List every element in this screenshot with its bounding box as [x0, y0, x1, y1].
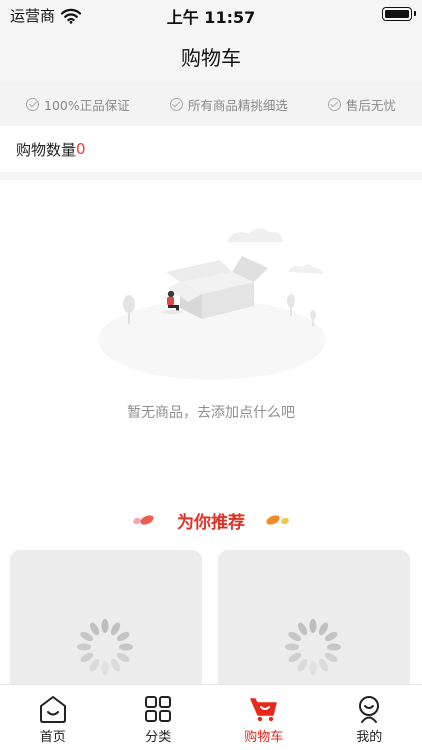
- tab-label: 我的: [356, 730, 383, 745]
- home-icon: [39, 696, 66, 723]
- guarantee-curated: 所有商品精挑细选: [169, 95, 288, 114]
- cart-count-row: 购物数量 0: [0, 126, 422, 172]
- recommend-title: 为你推荐: [177, 512, 245, 533]
- check-circle-icon: [169, 97, 183, 111]
- section-divider: [0, 172, 422, 180]
- guarantee-bar: 100%正品保证 所有商品精挑细选 售后无忧: [0, 82, 422, 126]
- tab-label: 购物车: [244, 730, 284, 745]
- empty-cart-illustration: [98, 228, 326, 380]
- loading-spinner-icon: [285, 619, 341, 675]
- guarantee-label: 所有商品精挑细选: [187, 97, 288, 113]
- category-grid-icon: [145, 696, 172, 722]
- empty-cart-message: 暂无商品，去添加点什么吧: [127, 405, 295, 421]
- petal-right-icon: [266, 515, 289, 525]
- bottom-tab-bar: 首页 分类 购物车 我的: [0, 684, 422, 750]
- check-circle-icon: [327, 97, 341, 111]
- product-card[interactable]: [10, 550, 202, 700]
- tab-label: 分类: [145, 730, 172, 745]
- nav-bar: 购物车: [0, 30, 422, 82]
- profile-icon: [359, 696, 380, 723]
- battery-icon: [382, 7, 416, 21]
- cart-count-value: 0: [76, 140, 86, 158]
- guarantee-label: 售后无忧: [345, 97, 396, 113]
- tab-category[interactable]: 分类: [106, 685, 212, 750]
- cart-count-label: 购物数量: [16, 140, 77, 159]
- guarantee-label: 100%正品保证: [44, 97, 130, 113]
- check-circle-icon: [26, 97, 40, 111]
- tab-label: 首页: [39, 730, 66, 745]
- cart-icon: [250, 698, 277, 722]
- guarantee-aftersales: 售后无忧: [327, 95, 396, 114]
- tab-home[interactable]: 首页: [0, 685, 106, 750]
- petal-left-icon: [133, 515, 154, 525]
- guarantee-authentic: 100%正品保证: [26, 95, 130, 114]
- product-card[interactable]: [218, 550, 410, 700]
- page-title: 购物车: [181, 46, 241, 70]
- status-time: 上午 11:57: [166, 8, 256, 27]
- tab-profile[interactable]: 我的: [317, 685, 422, 750]
- loading-spinner-icon: [77, 619, 133, 675]
- tab-cart[interactable]: 购物车: [211, 685, 317, 750]
- recommend-header: 为你推荐: [0, 506, 422, 534]
- status-bar: 运营商 上午 11:57: [0, 0, 422, 30]
